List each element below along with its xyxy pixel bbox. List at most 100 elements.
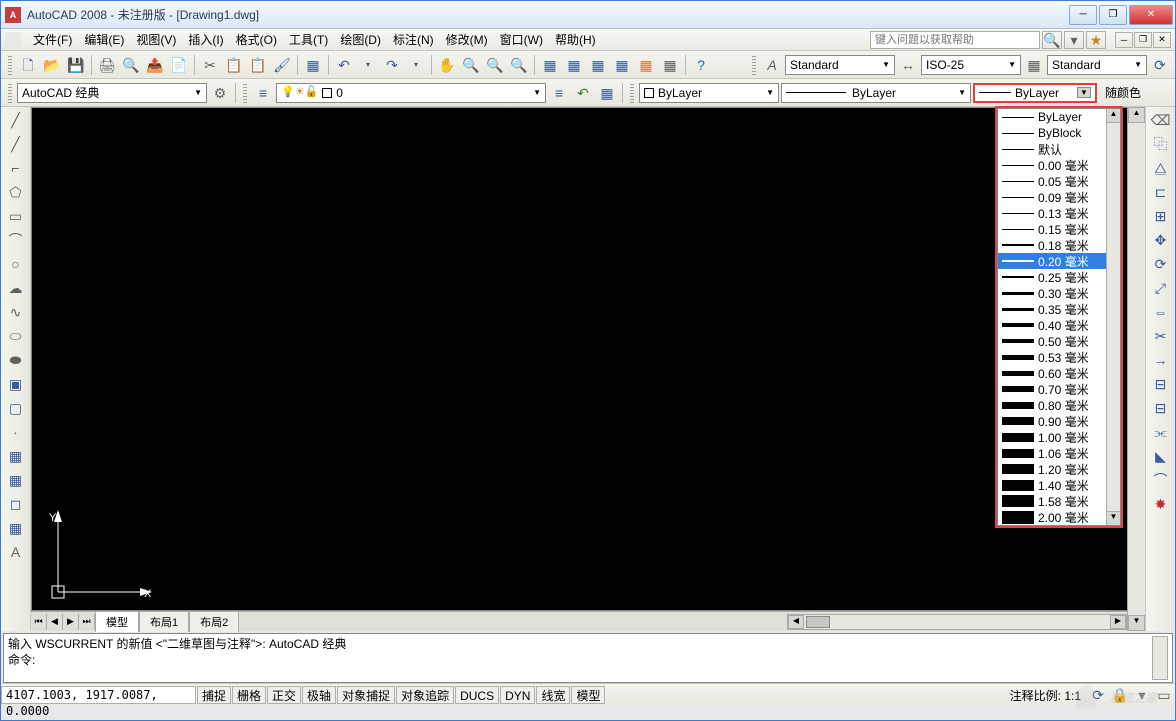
hatch-button[interactable]: ▦ [5,445,27,467]
extend-button[interactable]: → [1150,349,1172,371]
scroll-left-button[interactable]: ◀ [788,615,804,629]
lineweight-option[interactable]: 0.40 毫米 [998,317,1120,333]
help-button[interactable]: ? [690,54,712,76]
gradient-button[interactable]: ▦ [5,469,27,491]
redo-dropdown[interactable]: ▾ [405,54,427,76]
undo-dropdown[interactable]: ▾ [357,54,379,76]
mdi-restore-button[interactable]: ❐ [1134,32,1152,48]
tab-layout2[interactable]: 布局2 [189,611,239,632]
lineweight-option[interactable]: 1.06 毫米 [998,445,1120,461]
status-toggle[interactable]: 线宽 [536,686,570,704]
lineweight-option[interactable]: 0.18 毫米 [998,237,1120,253]
annoscale-lock-icon[interactable]: 🔒 [1109,684,1131,706]
vertical-scrollbar[interactable]: ▲ ▼ [1127,107,1145,631]
lineweight-option[interactable]: ByLayer [998,109,1120,125]
menu-item[interactable]: 工具(T) [283,29,334,50]
menu-item[interactable]: 绘图(D) [334,29,387,50]
layer-previous-button[interactable]: ↶ [572,82,594,104]
polyline-button[interactable]: ⌐ [5,157,27,179]
lineweight-option[interactable]: 0.90 毫米 [998,413,1120,429]
table-style-dropdown[interactable]: Standard▼ [1047,55,1147,75]
print-preview-button[interactable]: 🔍 [120,54,142,76]
layer-tools-button[interactable]: ▦ [596,82,618,104]
insert-block-button[interactable]: ▣ [5,373,27,395]
lineweight-option[interactable]: 0.80 毫米 [998,397,1120,413]
zoom-window-button[interactable]: 🔍 [484,54,506,76]
lineweight-dropdown[interactable]: ByLayer ▼ [973,83,1097,103]
join-button[interactable]: ⫘ [1150,421,1172,443]
status-toggle[interactable]: 正交 [267,686,301,704]
clean-screen-icon[interactable]: ▭ [1153,684,1175,706]
drawing-canvas[interactable]: Y X [31,107,1127,611]
menu-item[interactable]: 插入(I) [182,29,229,50]
color-dropdown[interactable]: ByLayer▼ [639,83,779,103]
redo-button[interactable]: ↷ [381,54,403,76]
line-button[interactable]: ╱ [5,109,27,131]
markup-button[interactable]: ▦ [635,54,657,76]
block-editor-button[interactable]: ▦ [302,54,324,76]
print-button[interactable]: 🖨 [96,54,118,76]
lineweight-option[interactable]: 0.13 毫米 [998,205,1120,221]
trim-button[interactable]: ✂ [1150,325,1172,347]
menu-item[interactable]: 帮助(H) [549,29,602,50]
infocenter-icon[interactable]: ▾ [1064,31,1084,49]
scroll-right-button[interactable]: ▶ [1110,615,1126,629]
workspace-settings-button[interactable]: ⚙ [209,82,231,104]
new-button[interactable]: 🗋 [17,54,39,76]
search-icon[interactable]: 🔍 [1042,31,1062,49]
lineweight-option[interactable]: 1.58 毫米 [998,493,1120,509]
app-menu-icon[interactable] [5,32,21,48]
status-toggle[interactable]: 极轴 [302,686,336,704]
tab-next-button[interactable]: ▶ [63,614,79,630]
tab-first-button[interactable]: ⏮ [31,614,47,630]
mirror-button[interactable]: ⧋ [1150,157,1172,179]
tab-last-button[interactable]: ⏭ [79,614,95,630]
make-block-button[interactable]: ▢ [5,397,27,419]
toolbar-grip[interactable] [243,83,247,103]
scroll-up-button[interactable]: ▲ [1128,107,1145,123]
toolbar-grip[interactable] [630,83,634,103]
undo-button[interactable]: ↶ [333,54,355,76]
menu-item[interactable]: 格式(O) [230,29,283,50]
mdi-minimize-button[interactable]: ─ [1115,32,1133,48]
menu-item[interactable]: 标注(N) [387,29,440,50]
scroll-thumb[interactable] [806,616,830,628]
status-toggle[interactable]: 对象追踪 [396,686,454,704]
lw-scroll-down[interactable]: ▼ [1107,511,1120,525]
lw-scroll-up[interactable]: ▲ [1107,109,1120,123]
lineweight-option[interactable]: 0.00 毫米 [998,157,1120,173]
move-button[interactable]: ✥ [1150,229,1172,251]
point-button[interactable]: · [5,421,27,443]
coordinates-display[interactable]: 4107.1003, 1917.0087, 0.0000 [1,686,196,704]
status-toggle[interactable]: DUCS [455,686,499,704]
menu-item[interactable]: 文件(F) [27,29,78,50]
scroll-down-button[interactable]: ▼ [1128,615,1145,631]
fillet-button[interactable]: ⌒ [1150,469,1172,491]
lineweight-option[interactable]: 0.20 毫米 [998,253,1120,269]
open-button[interactable]: 📂 [41,54,63,76]
construction-line-button[interactable]: ╱ [5,133,27,155]
stretch-button[interactable]: ⇔ [1150,301,1172,323]
text-style-icon[interactable]: A [761,54,783,76]
dim-style-dropdown[interactable]: ISO-25▼ [921,55,1021,75]
array-button[interactable]: ⊞ [1150,205,1172,227]
rotate-button[interactable]: ⟳ [1150,253,1172,275]
toolbar-grip[interactable] [8,55,12,75]
linetype-dropdown[interactable]: ByLayer▼ [781,83,971,103]
lineweight-option[interactable]: 0.60 毫米 [998,365,1120,381]
polygon-button[interactable]: ⬠ [5,181,27,203]
lineweight-option[interactable]: 2.11 毫米 [998,525,1120,526]
command-line[interactable]: 输入 WSCURRENT 的新值 <"二维草图与注释">: AutoCAD 经典… [3,633,1173,683]
lineweight-option[interactable]: 0.15 毫米 [998,221,1120,237]
pan-button[interactable]: ✋ [436,54,458,76]
mdi-close-button[interactable]: ✕ [1153,32,1171,48]
lineweight-option[interactable]: 1.40 毫米 [998,477,1120,493]
ellipse-button[interactable]: ⬭ [5,325,27,347]
status-toggle[interactable]: 对象捕捉 [337,686,395,704]
horizontal-scrollbar[interactable]: ◀ ▶ [787,614,1127,630]
maximize-button[interactable]: ❐ [1099,5,1127,25]
arc-button[interactable]: ⌒ [5,229,27,251]
lineweight-option[interactable]: 1.20 毫米 [998,461,1120,477]
menu-item[interactable]: 窗口(W) [494,29,549,50]
menu-item[interactable]: 视图(V) [130,29,182,50]
